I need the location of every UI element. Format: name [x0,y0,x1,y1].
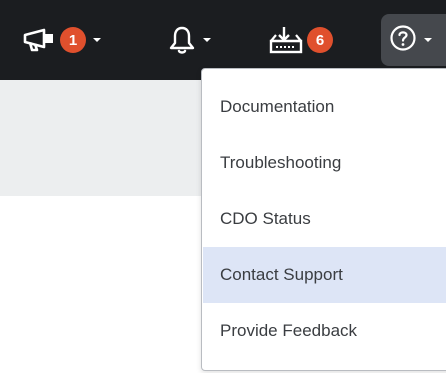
menu-item-troubleshooting[interactable]: Troubleshooting [203,135,446,191]
megaphone-icon [22,27,56,53]
chevron-down-icon [202,36,212,44]
download-tray-icon [268,25,304,55]
menu-item-cdo-status[interactable]: CDO Status [203,191,446,247]
chevron-down-icon [92,36,102,44]
menu-item-contact-support[interactable]: Contact Support [203,247,446,303]
question-circle-icon [389,24,417,57]
bell-icon [168,25,196,55]
downloads-count-badge: 6 [307,27,333,53]
announcements-count-badge: 1 [60,27,86,53]
help-button[interactable] [381,14,446,66]
page: 1 6 Documentation Troubleshooting CDO St… [0,0,446,373]
menu-item-provide-feedback[interactable]: Provide Feedback [203,303,446,359]
announcements-button[interactable]: 1 [22,0,102,80]
help-dropdown-menu: Documentation Troubleshooting CDO Status… [201,68,446,371]
menu-item-documentation[interactable]: Documentation [203,79,446,135]
chevron-down-icon [423,31,433,49]
